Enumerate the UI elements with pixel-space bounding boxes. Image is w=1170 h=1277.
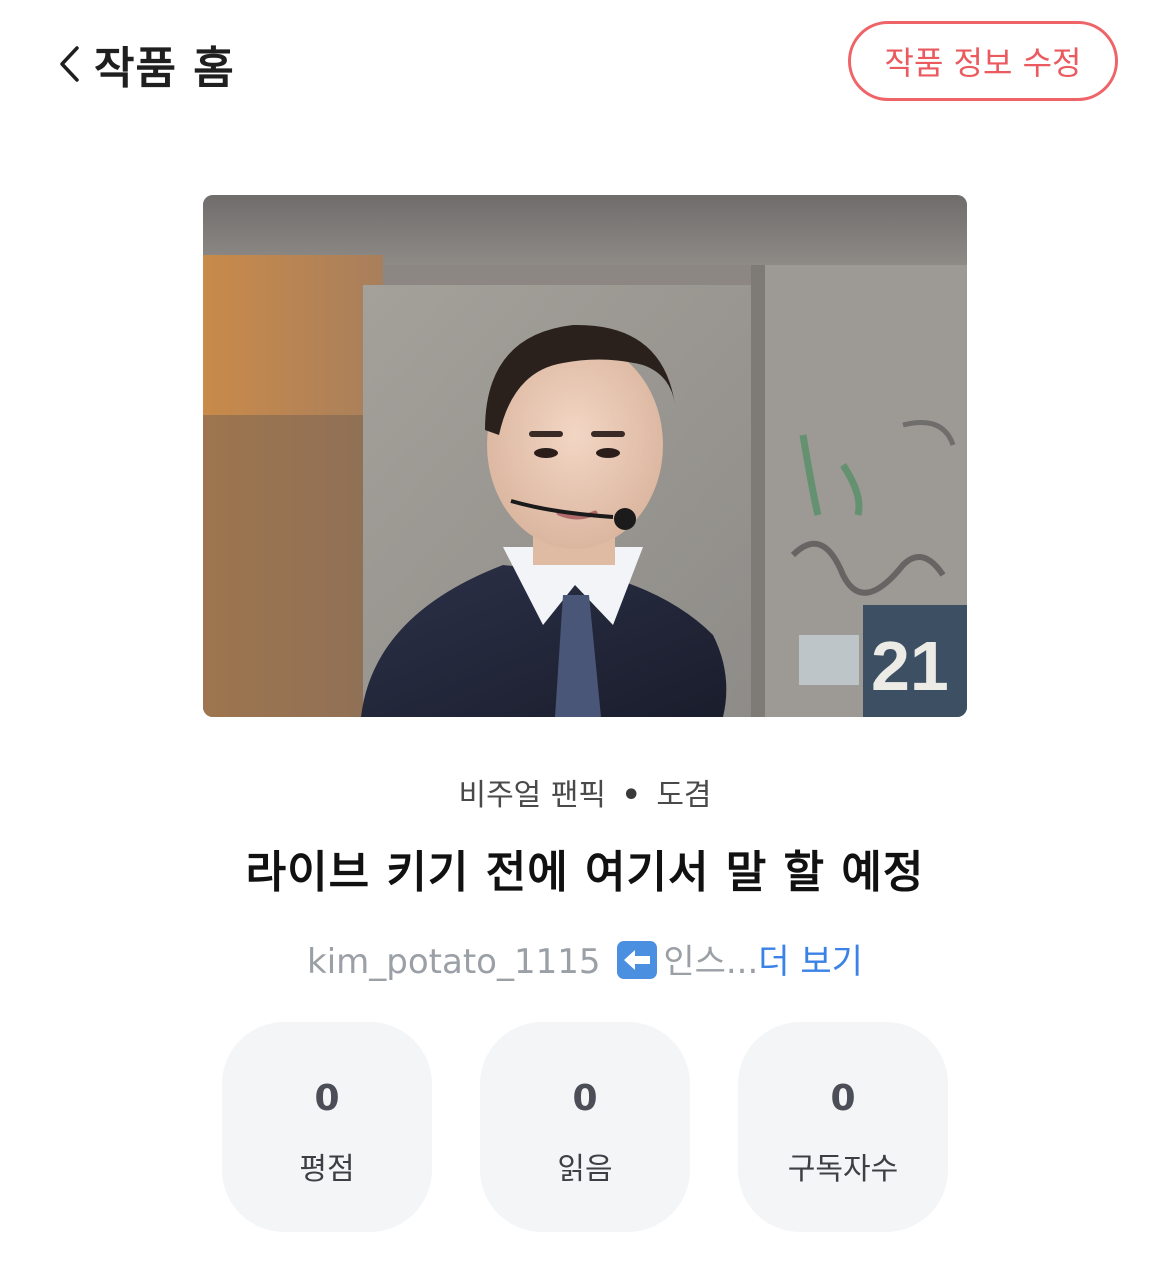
category-line: 비주얼 팬픽 • 도겸 <box>0 770 1170 814</box>
top-bar: 작품 홈 작품 정보 수정 <box>0 0 1170 130</box>
svg-text:21: 21 <box>871 627 949 705</box>
reads-label: 읽음 <box>557 1152 613 1187</box>
character-label: 도겸 <box>656 778 712 813</box>
back-label: 작품 홈 <box>94 43 235 94</box>
subscribers-label: 구독자수 <box>787 1152 899 1187</box>
left-arrow-emoji-icon <box>615 940 659 980</box>
rating-value: 0 <box>314 1078 340 1119</box>
back-button[interactable]: 작품 홈 <box>56 34 235 94</box>
category-label: 비주얼 팬픽 <box>458 778 607 813</box>
more-link[interactable]: 더 보기 <box>758 942 863 982</box>
stat-card-subscribers: 0 구독자수 <box>738 1022 948 1232</box>
description-text: kim_potato_1115 <box>307 942 601 982</box>
rating-label: 평점 <box>299 1152 355 1187</box>
cover-image: 21 <box>203 195 967 717</box>
edit-work-info-button[interactable]: 작품 정보 수정 <box>848 21 1118 101</box>
stat-card-reads: 0 읽음 <box>480 1022 690 1232</box>
work-title: 라이브 키기 전에 여기서 말 할 예정 <box>245 847 925 898</box>
work-description: kim_potato_1115 인스...더 보기 <box>0 934 1170 983</box>
chevron-left-icon <box>56 42 82 86</box>
subscribers-value: 0 <box>830 1078 856 1119</box>
description-suffix: 인스... <box>663 942 759 982</box>
separator-dot: • <box>621 778 641 813</box>
reads-value: 0 <box>572 1078 598 1119</box>
stat-card-rating: 0 평점 <box>222 1022 432 1232</box>
